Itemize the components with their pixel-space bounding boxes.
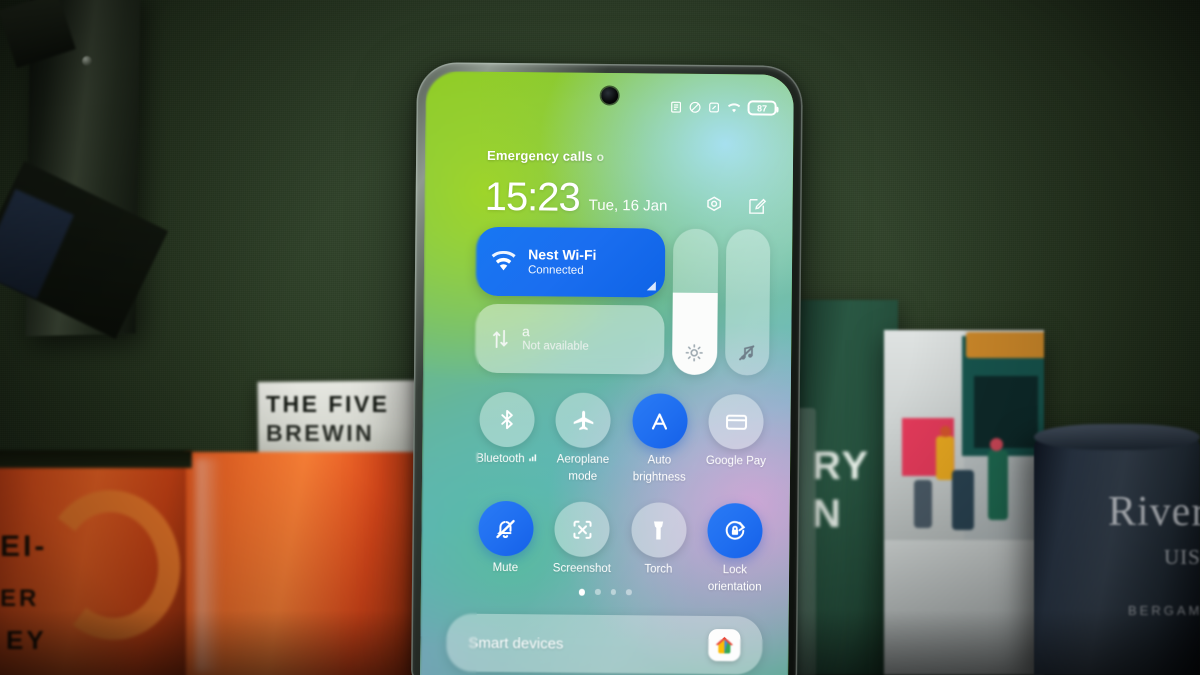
google-home-icon[interactable] [708, 628, 741, 662]
canister-subtitle: UISC [1164, 545, 1200, 569]
settings-gear-icon[interactable] [704, 195, 725, 216]
toggle-torch[interactable]: Torch [620, 502, 697, 594]
canister-lid [1034, 424, 1200, 450]
toggle-bluetooth-text: Bluetooth [476, 452, 525, 466]
tile-mobile-data[interactable]: ata Mo Not available [475, 303, 665, 375]
toggle-google-pay-label: Google Pay [705, 454, 767, 468]
edit-pencil-icon[interactable] [747, 196, 767, 216]
tile-mobile-data-title-fragment-left: ata [522, 322, 530, 339]
tile-wifi-subtitle: Connected [527, 264, 584, 277]
quick-settings-actions [704, 195, 767, 217]
mug-text-line1: EI- [0, 530, 48, 563]
mug-text-line2: ER [0, 585, 40, 612]
photo-scene: THE FIVE BREWIN RY N River UISC BERGAMOT… [0, 0, 1200, 675]
quick-settings-toggles: Bluetooth Aeroplane mode Auto brightness… [467, 391, 775, 613]
toggle-screenshot[interactable]: Screenshot [543, 501, 620, 594]
toggle-lock-orientation[interactable]: Lock orientation [696, 503, 773, 595]
bluetooth-icon [479, 391, 535, 448]
brightness-sun-icon [684, 343, 704, 363]
status-bar: 87 [669, 100, 777, 116]
illus-person-1-head [940, 426, 951, 437]
clock-time[interactable]: 15:23 [484, 175, 580, 220]
bell-mute-icon [477, 500, 534, 557]
toggle-mute[interactable]: Mute [467, 500, 544, 593]
page-dot-2[interactable] [610, 589, 616, 595]
dnd-slash-icon [689, 101, 702, 114]
toggle-bluetooth-label: Bluetooth [476, 453, 537, 467]
tile-mobile-data-subtitle: Not available [522, 339, 589, 353]
toggle-auto-brightness[interactable]: Auto brightness [621, 393, 698, 485]
illus-person-4 [914, 480, 932, 528]
illus-person-3-head [990, 438, 1003, 451]
canister-brand: River [1108, 489, 1200, 535]
alarm-icon [708, 101, 721, 114]
top-tiles-left-column: Nest Wi-Fi Connected ata Not available [475, 226, 666, 375]
clock-date: Tue, 16 Jan [588, 196, 668, 215]
book-green-line2: N [812, 492, 843, 536]
slider-brightness[interactable] [671, 228, 718, 376]
toggle-aeroplane-mode[interactable]: Aeroplane mode [544, 392, 621, 484]
emergency-calls-text: Emergency calls [487, 147, 593, 164]
book-green-line1: RY [812, 444, 871, 488]
book-the-five-line1: THE FIVE [266, 391, 390, 417]
quick-settings-top-tiles: Nest Wi-Fi Connected ata Not available [475, 226, 771, 376]
smart-devices-bar[interactable]: Smart devices [446, 613, 763, 675]
tile-wifi[interactable]: Nest Wi-Fi Connected [475, 226, 666, 298]
tile-wifi-text: Nest Wi-Fi Connected [528, 246, 597, 278]
tile-mobile-data-title-row: ata Mo [522, 323, 650, 341]
toggle-bluetooth[interactable]: Bluetooth [468, 391, 545, 484]
page-dot-1[interactable] [594, 588, 601, 595]
tile-wifi-expand-corner[interactable] [646, 281, 656, 291]
page-dot-0[interactable] [578, 588, 585, 596]
bracket-screw-upper [82, 56, 92, 66]
toggle-aeroplane-mode-label: Aeroplane mode [556, 453, 610, 483]
auto-brightness-icon [632, 393, 688, 449]
toggle-mute-label: Mute [492, 562, 519, 575]
airplane-icon [555, 392, 612, 449]
battery-indicator: 87 [747, 100, 777, 116]
toggle-row-1: Bluetooth Aeroplane mode Auto brightness… [468, 391, 775, 486]
clock-row: 15:23 Tue, 16 Jan [484, 175, 771, 220]
screenshot-icon [554, 501, 611, 558]
mug-rim-shadow [0, 450, 192, 468]
book-the-five-line2: BREWIN [266, 420, 375, 446]
emergency-calls-tail: o [596, 149, 605, 164]
mobile-data-arrows-icon [489, 326, 511, 350]
illus-person-2 [952, 470, 974, 530]
toggle-torch-label: Torch [644, 563, 673, 576]
toggle-screenshot-label: Screenshot [552, 562, 612, 576]
rotation-lock-icon [707, 503, 764, 559]
torch-icon [630, 502, 687, 558]
smart-devices-label: Smart devices [468, 634, 564, 653]
phone-screen[interactable]: 87 Emergency calls o 15:23 Tue, 16 Jan N… [420, 71, 794, 675]
toggle-auto-brightness-label: Auto brightness [632, 454, 686, 484]
illus-window [974, 376, 1038, 448]
battery-percent-text: 87 [756, 102, 768, 114]
smartphone-device: 87 Emergency calls o 15:23 Tue, 16 Jan N… [411, 62, 803, 675]
toggle-row-2: Mute Screenshot Torch Lock orientation [467, 500, 774, 595]
bluetooth-signal-bars-icon [528, 453, 537, 467]
illus-person-3 [988, 450, 1008, 520]
slider-media-volume[interactable] [724, 229, 771, 376]
illus-awning [966, 332, 1044, 358]
tile-mobile-data-text: ata Mo Not available [522, 322, 650, 357]
card-icon [708, 393, 765, 450]
wifi-icon [727, 101, 742, 114]
tile-wifi-title: Nest Wi-Fi [528, 246, 597, 263]
wifi-icon [490, 250, 517, 272]
front-camera-punch-hole [601, 86, 619, 105]
page-dot-3[interactable] [625, 589, 632, 595]
emergency-calls-label: Emergency calls o [487, 148, 604, 164]
toggle-google-pay[interactable]: Google Pay [697, 393, 774, 486]
music-note-muted-icon [736, 342, 757, 363]
notes-icon [670, 101, 683, 114]
